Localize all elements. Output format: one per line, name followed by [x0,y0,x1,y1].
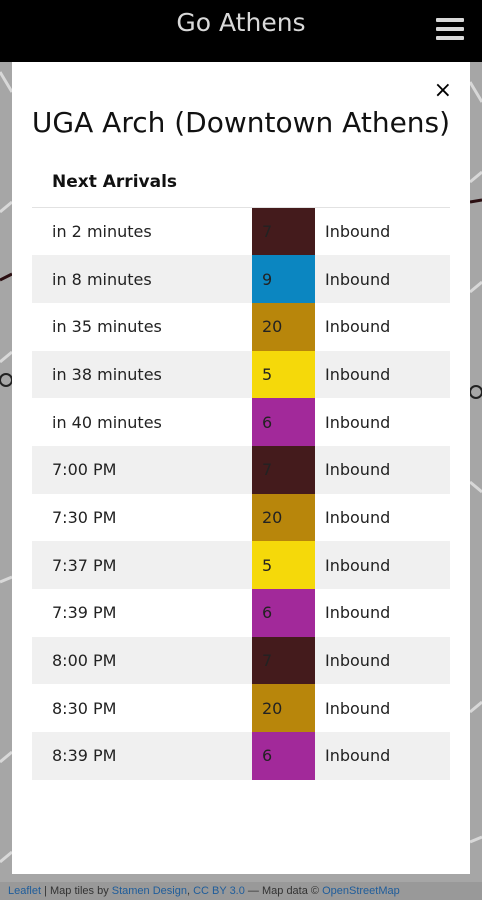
arrival-row: in 2 minutes 7 Inbound [32,207,450,256]
arrival-row: in 8 minutes 9 Inbound [32,255,450,303]
arrival-row: 7:00 PM 7 Inbound [32,445,450,494]
arrival-time: in 40 minutes [52,412,162,432]
arrival-time: 7:30 PM [52,507,117,527]
arrival-row: 8:30 PM 20 Inbound [32,684,450,733]
route-badge: 6 [252,732,315,780]
arrival-time: in 8 minutes [52,269,152,289]
stop-detail-modal: × UGA Arch (Downtown Athens) Next Arriva… [12,62,470,874]
arrival-direction: Inbound [325,698,391,718]
arrival-row: in 38 minutes 5 Inbound [32,350,450,399]
route-badge: 7 [252,636,315,685]
arrival-direction: Inbound [325,222,391,242]
route-badge: 7 [252,207,315,256]
arrival-time: in 38 minutes [52,364,162,384]
arrival-row: 8:00 PM 7 Inbound [32,636,450,685]
arrival-time: in 2 minutes [52,222,152,242]
arrival-direction: Inbound [325,412,391,432]
route-badge: 20 [252,493,315,542]
map-attribution: Leaflet | Map tiles by Stamen Design, CC… [0,882,482,900]
route-badge: 9 [252,255,315,303]
arrival-row: 7:30 PM 20 Inbound [32,493,450,542]
next-arrivals-heading: Next Arrivals [52,172,178,192]
route-badge: 7 [252,445,315,494]
arrival-direction: Inbound [325,507,391,527]
route-badge: 6 [252,589,315,637]
arrival-direction: Inbound [325,651,391,671]
hamburger-menu-icon[interactable] [436,18,464,44]
arrival-direction: Inbound [325,317,391,337]
leaflet-link[interactable]: Leaflet [8,885,41,897]
arrival-row: in 40 minutes 6 Inbound [32,398,450,446]
route-badge: 6 [252,398,315,446]
route-badge: 20 [252,302,315,351]
stamen-link[interactable]: Stamen Design [112,885,187,897]
arrival-time: in 35 minutes [52,317,162,337]
arrival-time: 7:37 PM [52,555,117,575]
arrival-row: in 35 minutes 20 Inbound [32,302,450,351]
arrival-direction: Inbound [325,460,391,480]
arrival-direction: Inbound [325,746,391,766]
arrival-direction: Inbound [325,269,391,289]
arrival-row: 7:39 PM 6 Inbound [32,589,450,637]
route-badge: 20 [252,684,315,733]
arrival-time: 8:39 PM [52,746,117,766]
arrival-row: 8:39 PM 6 Inbound [32,732,450,780]
license-link[interactable]: CC BY 3.0 [193,885,245,897]
arrival-direction: Inbound [325,555,391,575]
arrival-direction: Inbound [325,364,391,384]
app-bar: Go Athens [0,0,482,62]
arrival-direction: Inbound [325,603,391,623]
arrival-time: 7:00 PM [52,460,117,480]
arrival-time: 8:00 PM [52,651,117,671]
osm-link[interactable]: OpenStreetMap [322,885,400,897]
close-button[interactable]: × [434,80,452,102]
route-badge: 5 [252,541,315,589]
arrival-time: 8:30 PM [52,698,117,718]
arrivals-table: in 2 minutes 7 Inbound in 8 minutes 9 Inbound… [32,207,450,780]
stop-title: UGA Arch (Downtown Athens) [31,106,451,139]
attribution-text: | Map tiles by [41,885,112,897]
route-badge: 5 [252,350,315,399]
arrival-row: 7:37 PM 5 Inbound [32,541,450,589]
arrival-time: 7:39 PM [52,603,117,623]
attribution-text: — Map data © [244,885,323,897]
app-title: Go Athens [176,8,306,37]
